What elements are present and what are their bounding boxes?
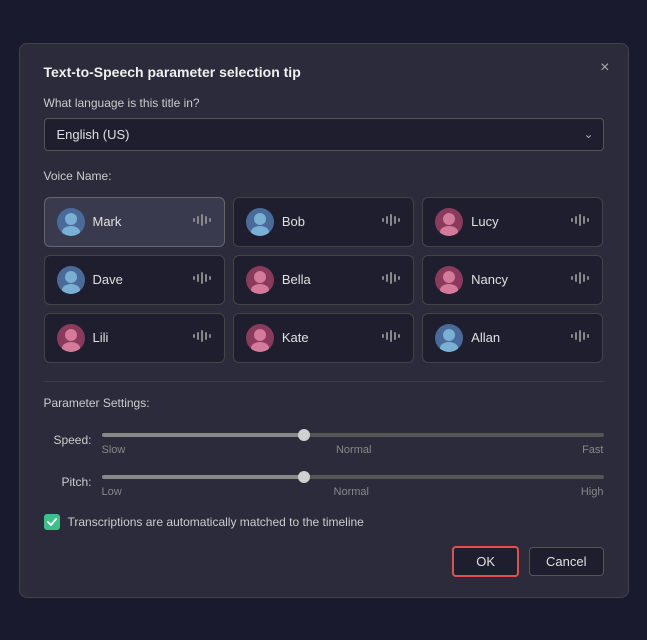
close-button[interactable]: × xyxy=(600,60,609,76)
voice-name-mark: Mark xyxy=(93,214,122,229)
language-select[interactable]: English (US) English (UK) Spanish French… xyxy=(44,118,604,151)
wave-icon-bob xyxy=(381,213,401,230)
cancel-button[interactable]: Cancel xyxy=(529,547,603,576)
ok-button[interactable]: OK xyxy=(452,546,519,577)
voice-name-dave: Dave xyxy=(93,272,123,287)
wave-icon-dave xyxy=(192,271,212,288)
pitch-sublabels: Low Normal High xyxy=(102,486,604,498)
wave-icon-mark xyxy=(192,213,212,230)
speed-sublabels: Slow Normal Fast xyxy=(102,444,604,456)
pitch-max-label: High xyxy=(581,486,604,498)
voice-name-nancy: Nancy xyxy=(471,272,508,287)
dialog-footer: OK Cancel xyxy=(44,546,604,577)
avatar-nancy xyxy=(435,266,463,294)
avatar-bella xyxy=(246,266,274,294)
voice-name-allan: Allan xyxy=(471,330,500,345)
pitch-slider-container: Low Normal High xyxy=(102,466,604,498)
speed-label: Speed: xyxy=(44,433,92,447)
voice-card-allan[interactable]: Allan xyxy=(422,313,603,363)
voice-name-bella: Bella xyxy=(282,272,311,287)
language-label: What language is this title in? xyxy=(44,96,604,110)
avatar-allan xyxy=(435,324,463,352)
voice-name-lili: Lili xyxy=(93,330,109,345)
dialog-title: Text-to-Speech parameter selection tip xyxy=(44,64,604,80)
wave-icon-lucy xyxy=(570,213,590,230)
wave-icon-lili xyxy=(192,329,212,346)
voice-card-lili[interactable]: Lili xyxy=(44,313,225,363)
speed-min-label: Slow xyxy=(102,444,126,456)
wave-icon-bella xyxy=(381,271,401,288)
avatar-kate xyxy=(246,324,274,352)
speed-slider-container: Slow Normal Fast xyxy=(102,424,604,456)
voice-grid-wrapper: Mark Bob xyxy=(44,197,604,363)
voice-card-bob[interactable]: Bob xyxy=(233,197,414,247)
speed-slider[interactable] xyxy=(102,433,604,437)
speed-mid-label: Normal xyxy=(336,444,371,456)
pitch-min-label: Low xyxy=(102,486,122,498)
speed-max-label: Fast xyxy=(582,444,603,456)
voice-card-kate[interactable]: Kate xyxy=(233,313,414,363)
tts-dialog: Text-to-Speech parameter selection tip ×… xyxy=(19,43,629,598)
divider xyxy=(44,381,604,382)
voice-name-bob: Bob xyxy=(282,214,305,229)
voice-section-label: Voice Name: xyxy=(44,169,604,183)
speed-row: Speed: Slow Normal Fast xyxy=(44,424,604,456)
voice-name-lucy: Lucy xyxy=(471,214,498,229)
avatar-lili xyxy=(57,324,85,352)
pitch-label: Pitch: xyxy=(44,475,92,489)
wave-icon-kate xyxy=(381,329,401,346)
voice-card-nancy[interactable]: Nancy xyxy=(422,255,603,305)
avatar-mark xyxy=(57,208,85,236)
avatar-lucy xyxy=(435,208,463,236)
voice-card-mark[interactable]: Mark xyxy=(44,197,225,247)
avatar-dave xyxy=(57,266,85,294)
pitch-range-wrapper xyxy=(102,466,604,484)
transcription-checkbox[interactable] xyxy=(44,514,60,530)
avatar-bob xyxy=(246,208,274,236)
language-select-wrapper: English (US) English (UK) Spanish French… xyxy=(44,118,604,151)
voice-card-bella[interactable]: Bella xyxy=(233,255,414,305)
checkbox-label: Transcriptions are automatically matched… xyxy=(68,515,364,529)
voice-grid: Mark Bob xyxy=(44,197,604,363)
voice-card-lucy[interactable]: Lucy xyxy=(422,197,603,247)
pitch-mid-label: Normal xyxy=(334,486,369,498)
checkbox-row: Transcriptions are automatically matched… xyxy=(44,514,604,530)
wave-icon-allan xyxy=(570,329,590,346)
pitch-row: Pitch: Low Normal High xyxy=(44,466,604,498)
speed-range-wrapper xyxy=(102,424,604,442)
wave-icon-nancy xyxy=(570,271,590,288)
voice-card-dave[interactable]: Dave xyxy=(44,255,225,305)
params-section-label: Parameter Settings: xyxy=(44,396,604,410)
pitch-slider[interactable] xyxy=(102,475,604,479)
voice-name-kate: Kate xyxy=(282,330,309,345)
